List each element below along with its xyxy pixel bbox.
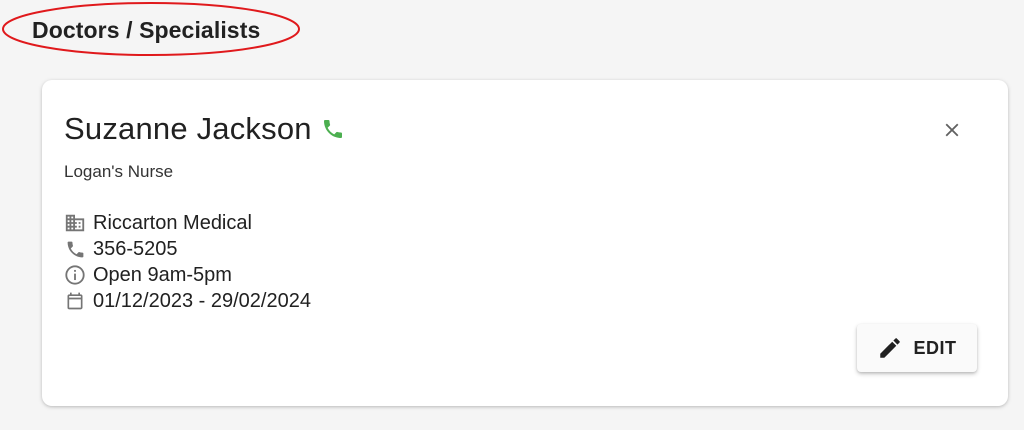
page: Doctors / Specialists Suzanne Jackson Lo… bbox=[0, 0, 1024, 430]
info-icon bbox=[64, 264, 86, 286]
pencil-icon bbox=[880, 338, 901, 358]
edit-button-label: EDIT bbox=[913, 337, 957, 358]
contact-header: Suzanne Jackson bbox=[64, 108, 346, 150]
close-icon bbox=[945, 123, 959, 137]
edit-button[interactable]: EDIT bbox=[857, 324, 977, 372]
calendar-icon bbox=[64, 290, 86, 312]
call-phone-icon[interactable] bbox=[320, 116, 346, 142]
building-icon bbox=[64, 212, 86, 234]
contact-details: Riccarton Medical 356-5205 Open 9am-5pm … bbox=[64, 210, 311, 314]
contact-card: Suzanne Jackson Logan's Nurse Riccarton bbox=[42, 80, 1008, 406]
phone-number: 356-5205 bbox=[93, 238, 178, 260]
practice-name: Riccarton Medical bbox=[93, 212, 252, 234]
detail-row-phone: 356-5205 bbox=[64, 236, 311, 262]
contact-role: Logan's Nurse bbox=[64, 162, 174, 181]
detail-row-dates: 01/12/2023 - 29/02/2024 bbox=[64, 288, 311, 314]
detail-row-hours: Open 9am-5pm bbox=[64, 262, 311, 288]
phone-icon bbox=[64, 238, 86, 260]
date-range: 01/12/2023 - 29/02/2024 bbox=[93, 290, 311, 312]
contact-name: Suzanne Jackson bbox=[64, 111, 312, 146]
section-title: Doctors / Specialists bbox=[32, 17, 261, 43]
close-button[interactable] bbox=[938, 116, 966, 144]
detail-row-practice: Riccarton Medical bbox=[64, 210, 311, 236]
opening-hours: Open 9am-5pm bbox=[93, 264, 232, 286]
